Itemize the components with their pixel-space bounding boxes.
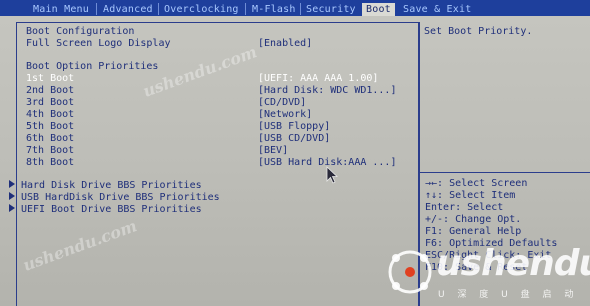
brand-logo-subtitle: U 深 度 U 盘 启 动 xyxy=(438,290,579,300)
full-screen-logo-value[interactable]: [Enabled] xyxy=(258,38,312,50)
boot-option-5-label[interactable]: 5th Boot xyxy=(26,121,74,133)
menu-separator xyxy=(245,3,246,15)
boot-option-8-label[interactable]: 8th Boot xyxy=(26,157,74,169)
bios-screen: Main Menu Advanced Overclocking M-Flash … xyxy=(0,0,590,306)
boot-option-6-value[interactable]: [USB CD/DVD] xyxy=(258,133,330,145)
submenu-arrow-icon xyxy=(9,192,15,200)
boot-option-6-label[interactable]: 6th Boot xyxy=(26,133,74,145)
tab-overclocking[interactable]: Overclocking xyxy=(164,3,239,16)
submenu-arrow-icon xyxy=(9,204,15,212)
brand-logo-text: ushendu xyxy=(436,243,590,284)
keyhint-enter-select: Enter: Select xyxy=(425,202,504,213)
boot-option-3-value[interactable]: [CD/DVD] xyxy=(258,97,306,109)
submenu-label: USB HardDisk Drive BBS Priorities xyxy=(21,192,220,203)
submenu-label: UEFI Boot Drive BBS Priorities xyxy=(21,204,202,215)
boot-option-4-value[interactable]: [Network] xyxy=(258,109,312,121)
menu-separator xyxy=(96,3,97,15)
boot-option-7-value[interactable]: [BEV] xyxy=(258,145,288,157)
tab-main-menu[interactable]: Main Menu xyxy=(33,3,89,16)
menu-separator xyxy=(158,3,159,15)
boot-option-2-label[interactable]: 2nd Boot xyxy=(26,85,74,97)
mouse-cursor-icon xyxy=(326,166,339,184)
keyhint-change-opt: +/-: Change Opt. xyxy=(425,214,522,225)
help-divider xyxy=(419,172,590,173)
boot-option-1-value[interactable]: [UEFI: AAA AAA 1.00] xyxy=(258,73,378,85)
boot-option-5-value[interactable]: [USB Floppy] xyxy=(258,121,330,133)
boot-option-priorities-heading: Boot Option Priorities xyxy=(26,61,159,72)
tab-m-flash[interactable]: M-Flash xyxy=(252,3,296,16)
boot-option-4-label[interactable]: 4th Boot xyxy=(26,109,74,121)
submenu-label: Hard Disk Drive BBS Priorities xyxy=(21,180,202,191)
help-text: Set Boot Priority. xyxy=(424,26,533,37)
keyhint-select-item: ↑↓: Select Item xyxy=(425,190,516,201)
keyhint-general-help: F1: General Help xyxy=(425,226,522,237)
boot-option-1-label[interactable]: 1st Boot xyxy=(26,73,74,85)
boot-option-3-label[interactable]: 3rd Boot xyxy=(26,97,74,109)
menu-separator xyxy=(300,3,301,15)
menu-bar: Main Menu Advanced Overclocking M-Flash … xyxy=(0,0,590,16)
boot-option-2-value[interactable]: [Hard Disk: WDC WD1...] xyxy=(258,85,396,97)
submenu-uefi-boot-bbs-priorities[interactable]: UEFI Boot Drive BBS Priorities xyxy=(9,204,202,216)
boot-configuration-heading: Boot Configuration xyxy=(26,26,135,37)
submenu-usb-hdd-bbs-priorities[interactable]: USB HardDisk Drive BBS Priorities xyxy=(9,192,220,204)
submenu-hdd-bbs-priorities[interactable]: Hard Disk Drive BBS Priorities xyxy=(9,180,202,192)
full-screen-logo-label[interactable]: Full Screen Logo Display xyxy=(26,38,171,50)
boot-option-7-label[interactable]: 7th Boot xyxy=(26,145,74,157)
submenu-arrow-icon xyxy=(9,180,15,188)
tab-security[interactable]: Security xyxy=(306,3,356,16)
tab-save-exit[interactable]: Save & Exit xyxy=(403,3,471,16)
tab-boot[interactable]: Boot xyxy=(362,3,395,16)
keyhint-select-screen: →←: Select Screen xyxy=(425,178,528,189)
tab-advanced[interactable]: Advanced xyxy=(103,3,153,16)
